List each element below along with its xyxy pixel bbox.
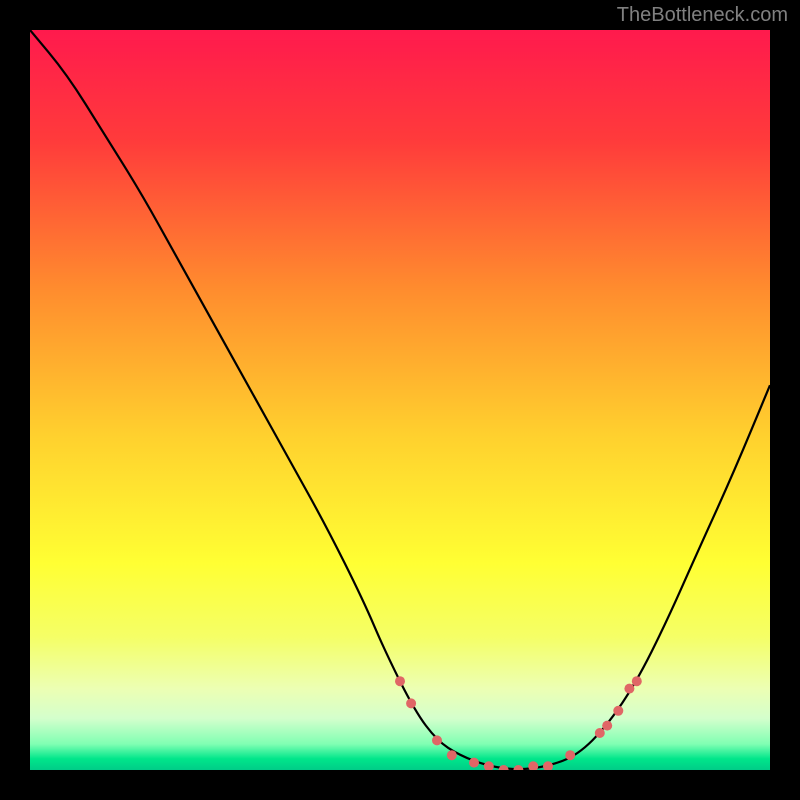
chart-svg — [30, 30, 770, 770]
highlight-marker — [613, 706, 623, 716]
highlight-marker — [395, 676, 405, 686]
plot-area — [30, 30, 770, 770]
highlight-marker — [469, 758, 479, 768]
highlight-marker — [406, 698, 416, 708]
gradient-background — [30, 30, 770, 770]
highlight-marker — [602, 721, 612, 731]
highlight-marker — [632, 676, 642, 686]
watermark-text: TheBottleneck.com — [617, 4, 788, 27]
highlight-marker — [565, 750, 575, 760]
highlight-marker — [432, 735, 442, 745]
highlight-marker — [624, 684, 634, 694]
highlight-marker — [595, 728, 605, 738]
highlight-marker — [447, 750, 457, 760]
